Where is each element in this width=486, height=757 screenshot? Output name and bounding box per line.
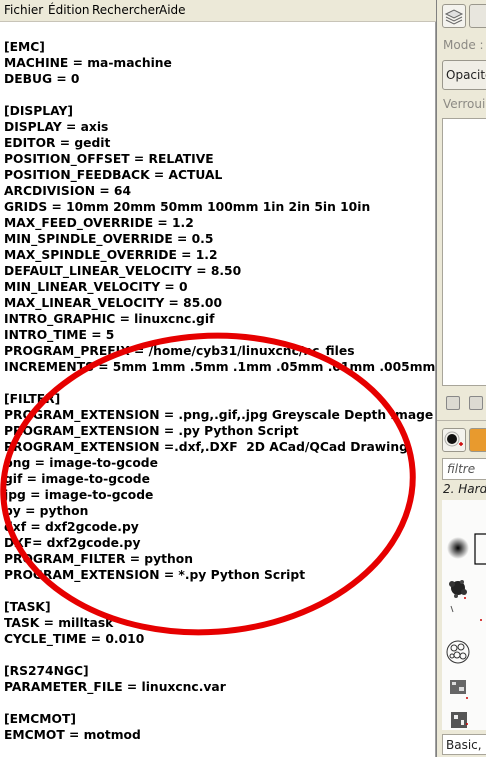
right-dock-panel: Mode : Opacité Verrouil filtre 2. Hardn	[436, 0, 486, 757]
text-line: MAX_LINEAR_VELOCITY = 85.00	[4, 296, 223, 310]
text-line: [FILTER]	[4, 392, 61, 406]
menu-fichier[interactable]: Fichier	[4, 3, 43, 17]
text-line: PROGRAM_PREFIX = /home/cyb31/linuxcnc/nc…	[4, 344, 355, 358]
text-line: GRIDS = 10mm 20mm 50mm 100mm 1in 2in 5in…	[4, 200, 371, 214]
channels-tab-icon[interactable]	[469, 4, 486, 28]
text-line: MAX_SPINDLE_OVERRIDE = 1.2	[4, 248, 218, 262]
menubar: Fichier Édition Rechercher Aide	[0, 0, 436, 22]
text-line: DEFAULT_LINEAR_VELOCITY = 8.50	[4, 264, 242, 278]
text-line: POSITION_FEEDBACK = ACTUAL	[4, 168, 223, 182]
new-layer-icon[interactable]	[446, 396, 460, 410]
text-line: gif = image-to-gcode	[4, 472, 150, 486]
text-line: DISPLAY = axis	[4, 120, 109, 134]
patterns-tab-icon[interactable]	[469, 428, 486, 452]
layers-tab-icon[interactable]	[442, 4, 466, 28]
text-line	[4, 695, 432, 711]
menu-aide[interactable]: Aide	[159, 3, 186, 17]
text-line: DEBUG = 0	[4, 72, 80, 86]
text-line: PARAMETER_FILE = linuxcnc.var	[4, 680, 226, 694]
text-area[interactable]: [EMC] MACHINE = ma-machine DEBUG = 0 [DISPL…	[0, 22, 436, 757]
brush-previews	[446, 533, 486, 728]
text-line: py = python	[4, 504, 89, 518]
layers-list[interactable]	[442, 118, 486, 386]
text-line: [EMC]	[4, 40, 45, 54]
brush-tab-icon	[444, 431, 463, 447]
text-line: [DISPLAY]	[4, 104, 73, 118]
mode-label: Mode :	[443, 38, 484, 52]
selected-brush-frame	[474, 533, 486, 565]
text-line: jpg = image-to-gcode	[4, 488, 154, 502]
text-line: EDITOR = gedit	[4, 136, 111, 150]
text-line: TASK = milltask	[4, 616, 114, 630]
text-line: png = image-to-gcode	[4, 456, 158, 470]
text-line: PROGRAM_EXTENSION = .py Python Script	[4, 424, 299, 438]
menu-edition[interactable]: Édition	[48, 3, 90, 17]
text-line: PROGRAM_FILTER = python	[4, 552, 193, 566]
soft-brush-preview	[447, 537, 469, 559]
dock-separator	[437, 420, 486, 421]
brushes-tab-icon[interactable]	[442, 428, 466, 452]
text-line: PROGRAM_EXTENSION = .png,.gif,.jpg Greys…	[4, 408, 434, 422]
text-line: MACHINE = ma-machine	[4, 56, 172, 70]
opacity-button[interactable]: Opacité	[442, 60, 486, 90]
text-line	[4, 87, 432, 103]
layers-icon	[444, 9, 464, 25]
text-content: [EMC] MACHINE = ma-machine DEBUG = 0 [DISPL…	[4, 39, 436, 743]
text-line: MAX_FEED_OVERRIDE = 1.2	[4, 216, 194, 230]
text-line: [TASK]	[4, 600, 51, 614]
lock-label: Verrouil	[443, 97, 486, 111]
text-line: PROGRAM_EXTENSION = *.py Python Script	[4, 568, 306, 582]
text-line: INTRO_TIME = 5	[4, 328, 115, 342]
splatter-brush-preview	[449, 580, 467, 598]
text-line: [RS274NGC]	[4, 664, 89, 678]
text-line: INCREMENTS = 5mm 1mm .5mm .1mm .05mm .01…	[4, 360, 436, 374]
text-line: dxf = dxf2gcode.py	[4, 520, 139, 534]
opacity-label: Opacité	[446, 68, 486, 82]
text-line: EMCMOT = motmod	[4, 728, 141, 742]
text-line	[4, 647, 432, 663]
text-line	[4, 375, 432, 391]
raise-layer-icon[interactable]	[469, 396, 483, 410]
texture-brush-preview	[446, 640, 470, 664]
menu-rechercher[interactable]: Rechercher	[92, 3, 160, 17]
filter-input[interactable]: filtre	[442, 458, 486, 480]
brush-grid[interactable]	[442, 500, 486, 730]
text-line: POSITION_OFFSET = RELATIVE	[4, 152, 214, 166]
text-line: DXF= dxf2gcode.py	[4, 536, 141, 550]
text-line: PROGRAM_EXTENSION =.dxf,.DXF 2D ACad/QCa…	[4, 440, 408, 454]
text-line: MIN_LINEAR_VELOCITY = 0	[4, 280, 188, 294]
filter-placeholder: filtre	[447, 462, 476, 476]
grunge-brush-preview	[450, 680, 467, 728]
text-line: ARCDIVISION = 64	[4, 184, 132, 198]
text-editor-window: Fichier Édition Rechercher Aide [EMC] MAC…	[0, 0, 436, 757]
brush-preset-select[interactable]: Basic,	[442, 734, 486, 755]
text-line: CYCLE_TIME = 0.010	[4, 632, 145, 646]
text-line: MIN_SPINDLE_OVERRIDE = 0.5	[4, 232, 214, 246]
text-line: INTRO_GRAPHIC = linuxcnc.gif	[4, 312, 215, 326]
brush-preset-value: Basic,	[446, 738, 482, 752]
text-line	[4, 583, 432, 599]
brush-category-label: 2. Hardn	[443, 482, 486, 496]
text-line: [EMCMOT]	[4, 712, 76, 726]
